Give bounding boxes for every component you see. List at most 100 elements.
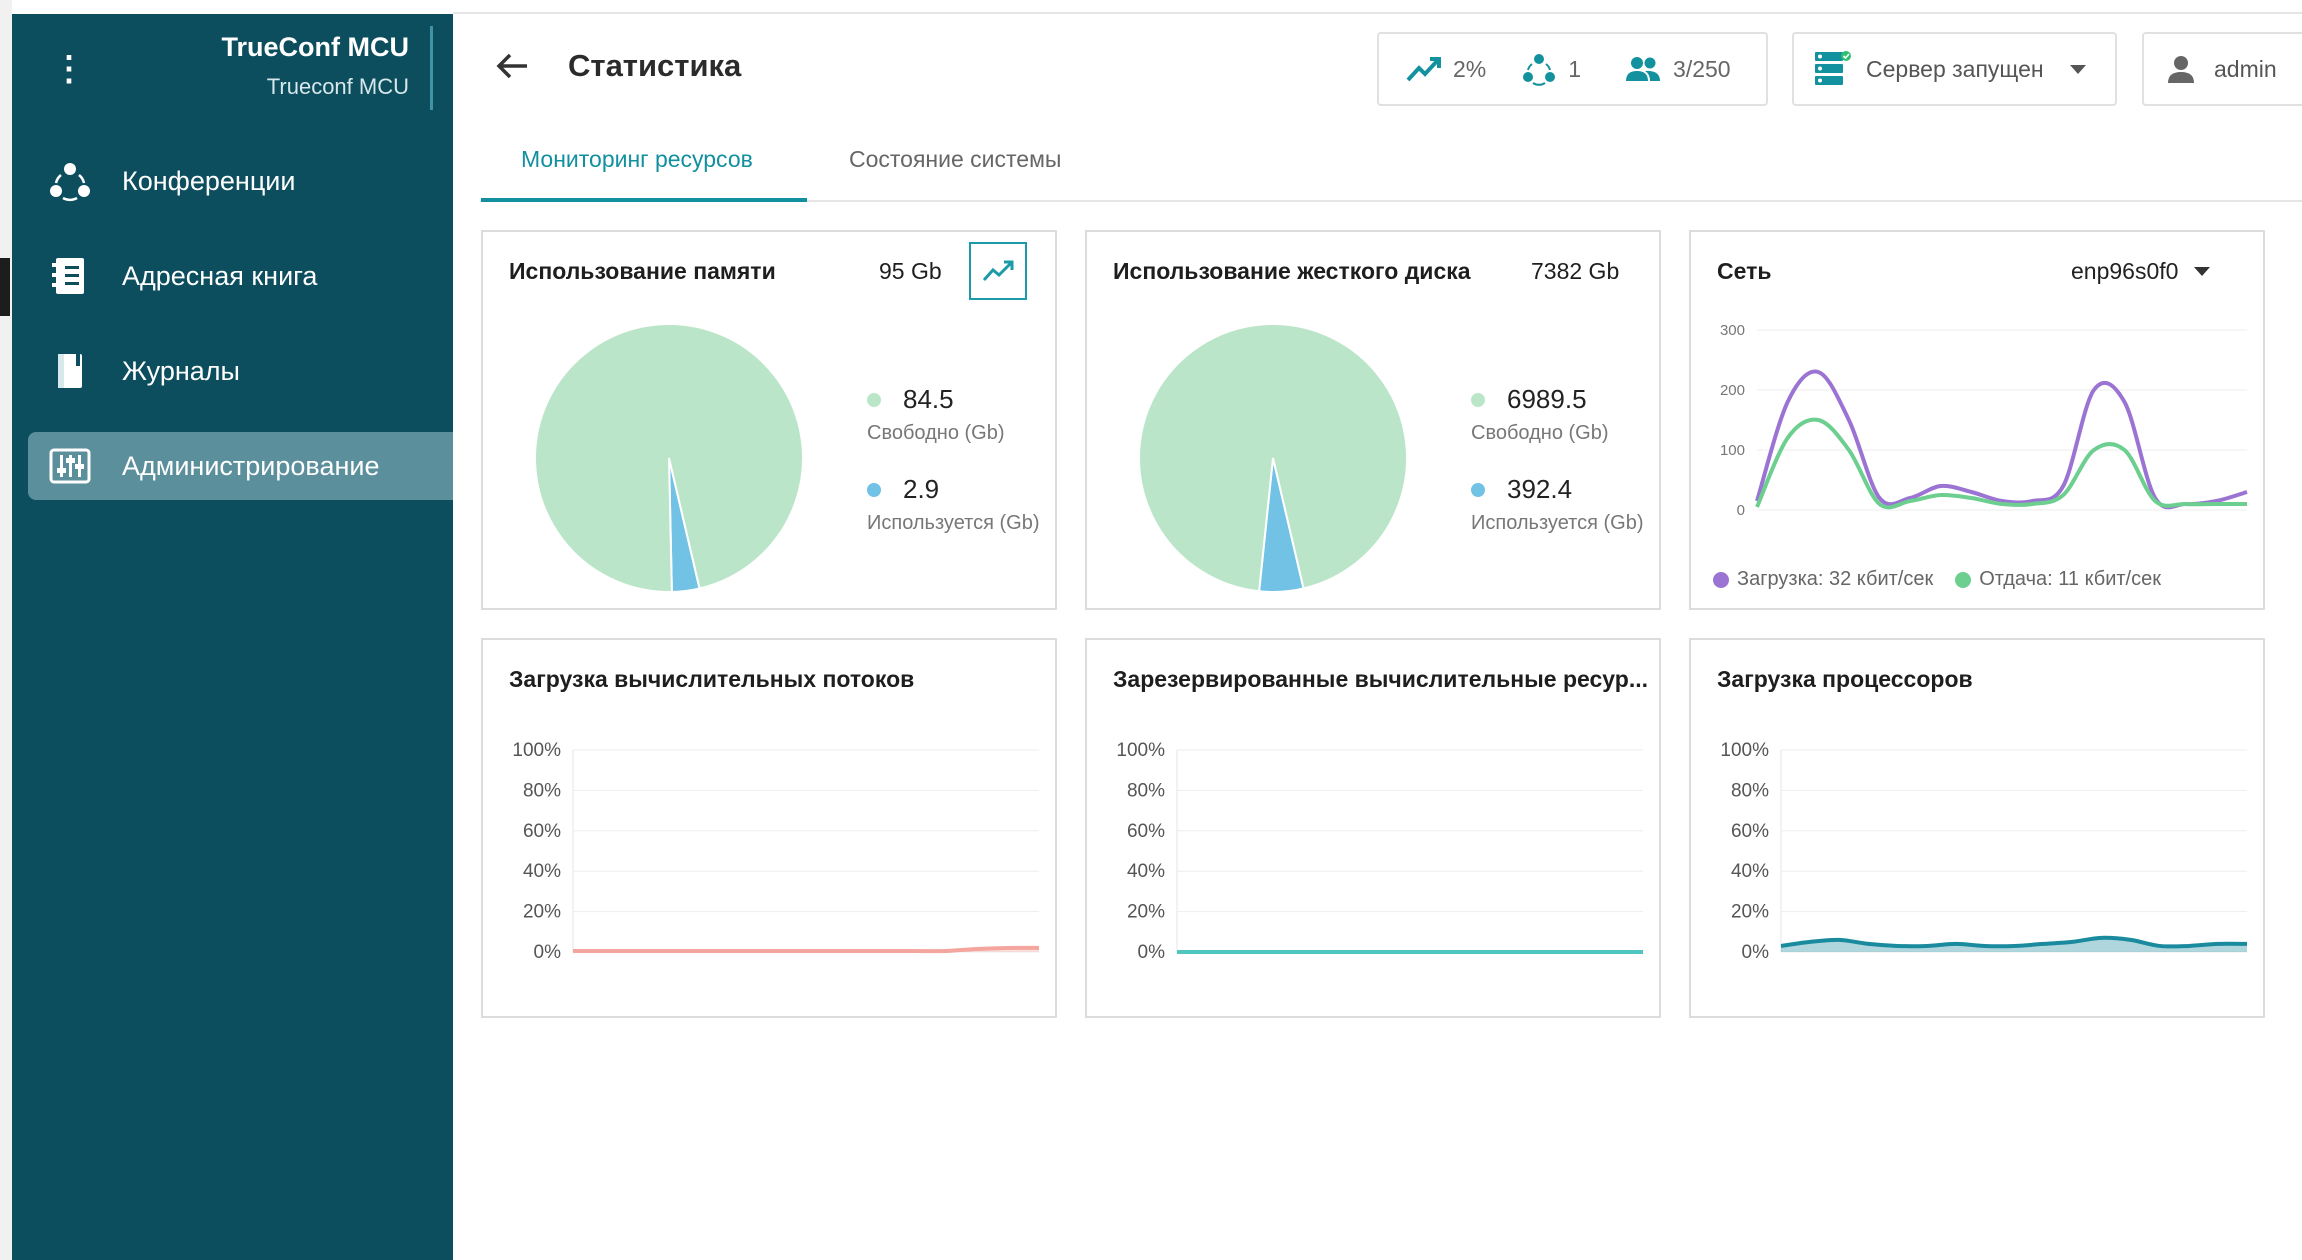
reserved-area-chart: 0% 20% 40% 60% 80% 100% <box>1116 740 1643 963</box>
y-tick-label: 100% <box>1116 740 1165 761</box>
memory-card: Использование памяти 95 Gb 84.5 Свободно… <box>481 230 1057 610</box>
y-tick-label: 0% <box>1742 942 1770 963</box>
y-tick-label: 20% <box>523 902 561 923</box>
sidebar-item-administration[interactable]: Администрирование <box>28 432 453 500</box>
download-swatch <box>1713 571 1729 588</box>
y-tick-label: 200 <box>1720 382 1745 399</box>
username: admin <box>2214 55 2277 82</box>
y-tick-label: 40% <box>1127 861 1165 882</box>
memory-pie-chart <box>534 323 804 593</box>
header-divider <box>430 26 433 110</box>
legend-used: 392.4 <box>1471 474 1572 505</box>
page-title: Статистика <box>568 48 742 83</box>
participants-stat: 3/250 <box>1625 56 1731 83</box>
interface-value: enp96s0f0 <box>2071 258 2179 284</box>
y-tick-label: 100 <box>1720 442 1745 459</box>
kebab-vertical-icon[interactable]: ⋮ <box>52 52 86 86</box>
card-title: Зарезервированные вычислительные ресур..… <box>1113 666 1648 692</box>
conference-icon <box>1523 54 1556 86</box>
tab-system-state[interactable]: Состояние системы <box>849 146 1061 173</box>
free-value: 6989.5 <box>1507 384 1587 414</box>
trend-up-icon <box>982 260 1014 282</box>
used-label: Используется (Gb) <box>1471 512 1644 534</box>
sidebar: ⋮ TrueConf MCU Trueconf MCU Конференции … <box>12 14 453 1260</box>
used-value: 392.4 <box>1507 474 1573 504</box>
back-button[interactable] <box>490 44 534 88</box>
background-window-mark <box>0 258 10 316</box>
users-icon <box>1626 57 1661 81</box>
trend-button[interactable] <box>969 242 1027 300</box>
used-label: Используется (Gb) <box>867 512 1040 534</box>
threads-card: Загрузка вычислительных потоков 0% 20% 40%… <box>481 638 1057 1018</box>
y-tick-label: 20% <box>1127 902 1165 923</box>
y-tick-label: 60% <box>523 821 561 842</box>
address-book-icon <box>48 254 92 298</box>
server-status-dropdown[interactable]: Сервер запущен <box>1792 32 2117 106</box>
top-border <box>453 12 2302 14</box>
used-swatch <box>1471 482 1485 497</box>
server-status-label: Сервер запущен <box>1866 55 2044 82</box>
sidebar-item-address-book[interactable]: Адресная книга <box>28 242 453 310</box>
interface-select[interactable]: enp96s0f0 <box>2071 258 2211 285</box>
card-title: Сеть <box>1717 258 1772 284</box>
sidebar-item-conferences[interactable]: Конференции <box>28 147 453 215</box>
user-icon <box>2168 56 2194 83</box>
network-line-chart: 0 100 200 300 <box>1720 322 2248 519</box>
sidebar-header: ⋮ TrueConf MCU Trueconf MCU <box>12 14 453 120</box>
sidebar-item-logs[interactable]: Журналы <box>28 337 453 405</box>
network-legend: Загрузка: 32 кбит/сек Отдача: 11 кбит/се… <box>1713 568 2161 591</box>
load-value: 2% <box>1453 55 1487 82</box>
user-menu[interactable]: admin <box>2142 32 2302 106</box>
app-subtitle: Trueconf MCU <box>266 74 409 99</box>
trend-up-icon <box>1406 57 1441 82</box>
pie-chart <box>534 323 804 593</box>
network-card: Сеть enp96s0f0 0 100 200 300 Загрузка: 32 к… <box>1689 230 2265 610</box>
free-label: Свободно (Gb) <box>1471 422 1609 444</box>
sidebar-item-label: Администрирование <box>122 450 380 481</box>
legend-free: 6989.5 <box>1471 384 1587 415</box>
series-line <box>1755 369 2248 510</box>
server-stats: 2% 1 3/250 <box>1377 32 1768 106</box>
upload-swatch <box>1955 571 1972 588</box>
chevron-down-icon <box>2069 64 2086 74</box>
disk-card: Использование жесткого диска 7382 Gb 698… <box>1085 230 1661 610</box>
card-title: Использование жесткого диска <box>1113 258 1471 284</box>
conferences-value: 1 <box>1568 55 1582 82</box>
sidebar-item-label: Журналы <box>122 355 240 386</box>
y-tick-label: 300 <box>1720 322 1745 339</box>
cpu-area-chart: 0% 20% 40% 60% 80% 100% <box>1720 740 2248 963</box>
threads-area-chart: 0% 20% 40% 60% 80% 100% <box>512 740 1040 963</box>
active-tab-indicator <box>481 198 807 202</box>
free-label: Свободно (Gb) <box>867 422 1005 444</box>
pie-slice-free <box>534 323 804 593</box>
conference-icon <box>48 159 92 203</box>
y-tick-label: 60% <box>1127 821 1165 842</box>
sidebar-item-label: Адресная книга <box>122 260 318 291</box>
legend-free: 84.5 <box>867 384 954 415</box>
y-tick-label: 100% <box>1720 740 1769 761</box>
server-icon <box>1815 51 1851 85</box>
disk-pie-chart <box>1138 323 1408 593</box>
chevron-down-icon <box>2194 267 2211 276</box>
series-line <box>1755 417 2247 510</box>
book-icon <box>48 349 92 393</box>
y-tick-label: 40% <box>1731 861 1769 882</box>
download-label: Загрузка: 32 кбит/сек <box>1737 568 1934 590</box>
y-tick-label: 0% <box>534 942 562 963</box>
disk-total: 7382 Gb <box>1531 258 1620 284</box>
card-title: Использование памяти <box>509 258 776 284</box>
conferences-stat: 1 <box>1522 52 1581 86</box>
tab-resource-monitoring[interactable]: Мониторинг ресурсов <box>521 146 753 173</box>
arrow-left-icon <box>496 53 527 79</box>
cpu-card: Загрузка процессоров 0% 20% 40% 60% 80% 100% <box>1689 638 2265 1018</box>
y-tick-label: 0 <box>1737 502 1745 519</box>
participants-value: 3/250 <box>1673 55 1731 82</box>
y-tick-label: 80% <box>1127 780 1165 801</box>
upload-label: Отдача: 11 кбит/сек <box>1979 568 2161 590</box>
sidebar-item-label: Конференции <box>122 165 296 196</box>
sliders-icon <box>48 444 92 488</box>
card-title: Загрузка процессоров <box>1717 666 1973 692</box>
y-tick-label: 60% <box>1731 821 1769 842</box>
card-title: Загрузка вычислительных потоков <box>509 666 915 692</box>
load-stat: 2% <box>1405 55 1486 83</box>
